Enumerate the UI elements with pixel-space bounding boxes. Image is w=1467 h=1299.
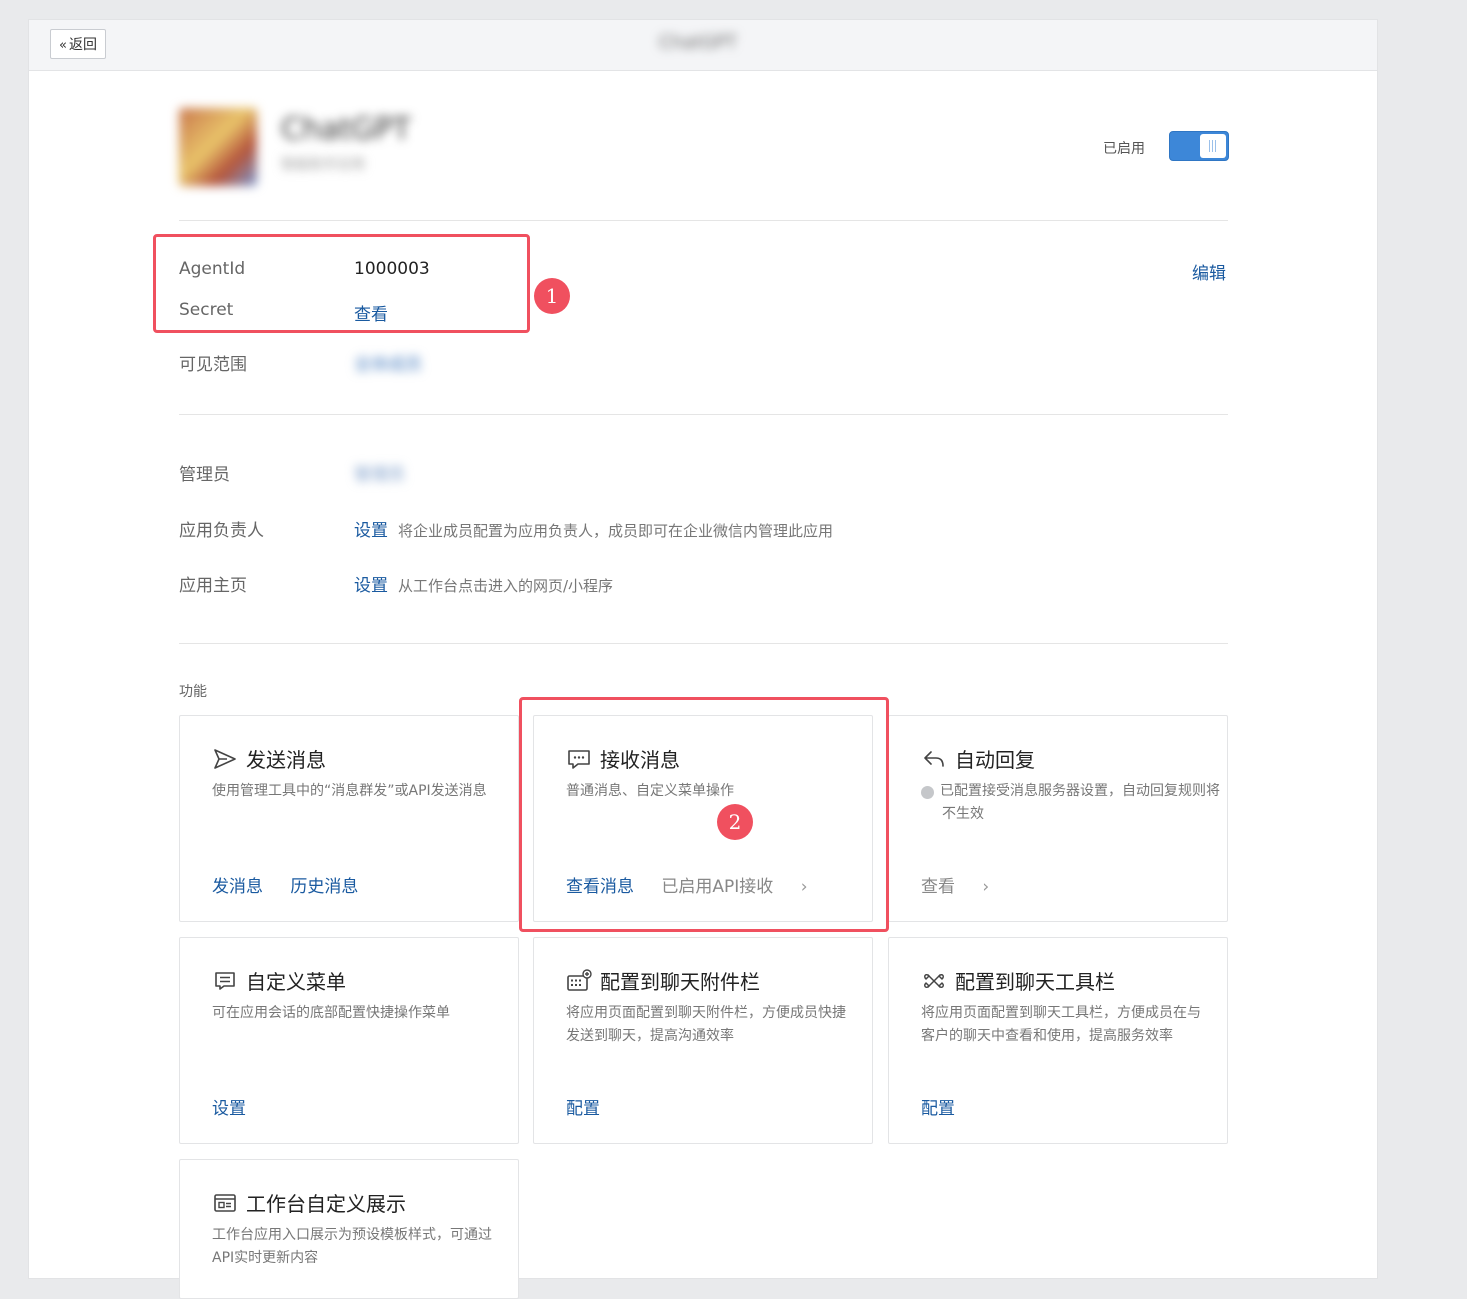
feature-card-send-message: 发送消息 使用管理工具中的“消息群发”或API发送消息 发消息 历史消息 bbox=[179, 715, 519, 922]
card-title: 发送消息 bbox=[246, 748, 326, 772]
card-title: 自动回复 bbox=[955, 748, 1035, 772]
toolbar-config-link[interactable]: 配置 bbox=[921, 1099, 955, 1119]
feature-card-custom-menu: 自定义菜单 可在应用会话的底部配置快捷操作菜单 设置 bbox=[179, 937, 519, 1144]
feature-card-workbench-display: 工作台自定义展示 工作台应用入口展示为预设模板样式，可通过API实时更新内容 bbox=[179, 1159, 519, 1299]
annotation-badge-2: 2 bbox=[717, 804, 753, 840]
card-layout-icon bbox=[214, 1193, 236, 1212]
divider bbox=[179, 414, 1228, 415]
feature-card-chat-attachment-bar: 配置到聊天附件栏 将应用页面配置到聊天附件栏，方便成员快捷发送到聊天，提高沟通效… bbox=[533, 937, 873, 1144]
attachment-bar-config-link[interactable]: 配置 bbox=[566, 1099, 600, 1119]
card-desc: i 已配置接受消息服务器设置，自动回复规则将不生效 bbox=[916, 780, 1227, 826]
double-chevron-left-icon: « bbox=[59, 38, 67, 53]
card-desc: 使用管理工具中的“消息群发”或API发送消息 bbox=[212, 783, 487, 799]
card-title: 自定义菜单 bbox=[246, 970, 346, 994]
homepage-hint: 从工作台点击进入的网页/小程序 bbox=[398, 577, 614, 595]
back-button[interactable]: «返回 bbox=[50, 29, 106, 59]
app-subtitle: 智能助手应用 bbox=[281, 157, 365, 173]
top-bar: «返回 ChatGPT bbox=[29, 20, 1377, 71]
keyboard-plus-icon bbox=[567, 968, 592, 991]
visibility-label: 可见范围 bbox=[179, 355, 247, 375]
card-desc: 将应用页面配置到聊天工具栏，方便成员在与客户的聊天中查看和使用，提高服务效率 bbox=[921, 1005, 1201, 1044]
card-desc: 将应用页面配置到聊天附件栏，方便成员快捷发送到聊天，提高沟通效率 bbox=[566, 1005, 846, 1044]
owner-label: 应用负责人 bbox=[179, 521, 264, 541]
view-label: 查看 bbox=[921, 877, 955, 897]
highlight-box-2 bbox=[519, 697, 889, 932]
status-label: 已启用 bbox=[1103, 141, 1145, 157]
info-icon: i bbox=[916, 786, 934, 799]
feature-card-auto-reply: 自动回复 i 已配置接受消息服务器设置，自动回复规则将不生效 查看 › bbox=[888, 715, 1228, 922]
card-desc-text: 已配置接受消息服务器设置，自动回复规则将不生效 bbox=[940, 783, 1220, 822]
homepage-label: 应用主页 bbox=[179, 576, 247, 596]
card-title: 工作台自定义展示 bbox=[246, 1192, 406, 1216]
homepage-row: 设置 从工作台点击进入的网页/小程序 bbox=[354, 571, 613, 596]
highlight-box-1 bbox=[153, 234, 530, 333]
annotation-badge-1: 1 bbox=[534, 278, 570, 314]
menu-icon bbox=[215, 971, 235, 990]
back-label: 返回 bbox=[68, 37, 97, 53]
feature-card-chat-toolbar: 配置到聊天工具栏 将应用页面配置到聊天工具栏，方便成员在与客户的聊天中查看和使用… bbox=[888, 937, 1228, 1144]
view-auto-reply-link[interactable]: 查看 › bbox=[921, 877, 1011, 897]
divider bbox=[179, 220, 1228, 221]
toolbar-icon bbox=[924, 973, 944, 988]
owner-set-link[interactable]: 设置 bbox=[354, 521, 388, 541]
toggle-knob bbox=[1200, 134, 1226, 158]
divider bbox=[179, 643, 1228, 644]
app-detail-panel: «返回 ChatGPT ChatGPT 智能助手应用 已启用 AgentId 1… bbox=[28, 19, 1378, 1299]
card-desc: 可在应用会话的底部配置快捷操作菜单 bbox=[212, 1005, 450, 1021]
owner-hint: 将企业成员配置为应用负责人，成员即可在企业微信内管理此应用 bbox=[398, 522, 834, 540]
card-title: 配置到聊天附件栏 bbox=[600, 970, 760, 994]
edit-link[interactable]: 编辑 bbox=[1192, 259, 1226, 284]
chevron-right-icon: › bbox=[982, 877, 990, 897]
reply-icon bbox=[924, 750, 944, 767]
visibility-value: 全体成员 bbox=[354, 355, 422, 375]
page-title: ChatGPT bbox=[659, 32, 737, 53]
features-section-title: 功能 bbox=[179, 684, 207, 700]
message-history-link[interactable]: 历史消息 bbox=[290, 877, 358, 897]
homepage-set-link[interactable]: 设置 bbox=[354, 576, 388, 596]
admin-label: 管理员 bbox=[179, 465, 230, 485]
owner-row: 设置 将企业成员配置为应用负责人，成员即可在企业微信内管理此应用 bbox=[354, 516, 833, 541]
app-avatar bbox=[179, 108, 257, 186]
custom-menu-set-link[interactable]: 设置 bbox=[212, 1099, 246, 1119]
send-message-link[interactable]: 发消息 bbox=[212, 877, 263, 897]
app-name: ChatGPT bbox=[281, 112, 411, 147]
card-title: 配置到聊天工具栏 bbox=[955, 970, 1115, 994]
send-icon bbox=[214, 748, 236, 769]
enable-toggle[interactable] bbox=[1169, 131, 1229, 161]
admin-value: 管理员 bbox=[354, 465, 405, 485]
card-desc: 工作台应用入口展示为预设模板样式，可通过API实时更新内容 bbox=[212, 1227, 492, 1266]
